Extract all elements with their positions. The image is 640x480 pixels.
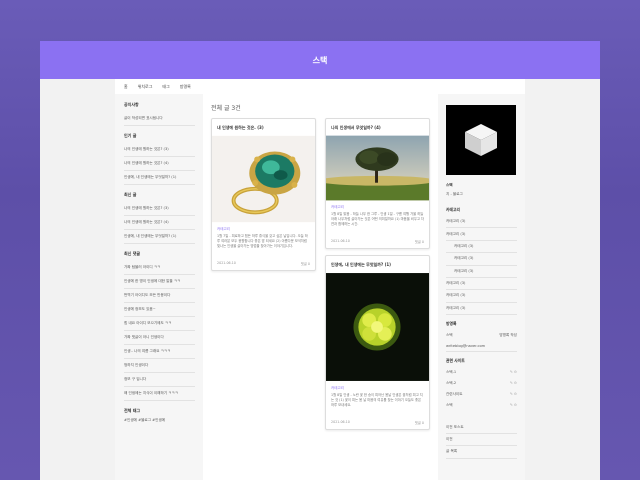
nav-item-home[interactable]: 홈 <box>124 84 128 90</box>
link-icons: ✎ ⊙ <box>509 370 517 375</box>
bottom-link[interactable]: 글 목록 <box>446 446 517 459</box>
latest-item[interactable]: 나의 인생에 원하는 것은? (4) <box>124 216 195 230</box>
category-item[interactable]: 카테고리 (3) <box>446 303 517 315</box>
post-comments[interactable]: 댓글 0 <box>301 261 310 266</box>
category-item[interactable]: 카테고리 (3) <box>446 228 517 241</box>
subcategory-item[interactable]: 카테고리 (3) <box>446 266 517 278</box>
post-card[interactable]: 내 인생에 원하는 것은. (3) 카테고리 1월 7일 - 피로하고 힘든 하… <box>211 118 316 271</box>
guestbook-heading: 방명록 <box>446 321 457 326</box>
subcategory-item[interactable]: 카테고리 (3) <box>446 253 517 266</box>
post-list: 전체 글 3건 내 인생에 원하는 것은. (3) 카테고리 1월 7일 - 피… <box>203 94 438 480</box>
post-category[interactable]: 카테고리 <box>326 201 429 212</box>
bottom-link[interactable]: 이전 <box>446 434 517 447</box>
post-summary: 1월 8일 인생 - 노란 꽃 한 송이 피어난 봄날 인생은 꽃처럼 피고 지… <box>331 393 423 407</box>
right-sidebar: 스택 지 - 블로그 카테고리 카테고리 (3) 카테고리 (3) 카테고리 (… <box>438 94 525 480</box>
nav-item-guestbook[interactable]: 방명록 <box>180 84 191 90</box>
guestbook-name: 스택 <box>446 333 453 337</box>
latest-heading: 최신 글 <box>124 192 137 197</box>
comment-item[interactable]: 왜 인생에는 지식이 이해하기 ㅋㅋㅋ <box>124 387 195 401</box>
subcategory-item[interactable]: 카테고리 (3) <box>446 241 517 254</box>
comment-item[interactable]: 정보 구 입니다 <box>124 373 195 387</box>
link-icons: ✎ ⊙ <box>509 381 517 386</box>
post-summary: 1월 7일 - 피로하고 힘든 하루 휴식을 갖고 싶은 날입니다. 오늘 하루… <box>217 234 308 248</box>
post-title[interactable]: 나의 인생에서 무엇일까? (4) <box>326 119 429 135</box>
category-item[interactable]: 카테고리 (3) <box>446 290 517 303</box>
link-item[interactable]: 스택-2 <box>446 381 456 386</box>
nav-item-tags[interactable]: 태그 <box>162 84 169 90</box>
link-icons: ✎ ⊙ <box>509 392 517 397</box>
flower-photo[interactable] <box>326 272 429 382</box>
post-summary: 1월 8일 맑음 - 하늘 나무 한 그루 - 인생 1일 - 구름 여행 가을… <box>331 212 424 226</box>
tree-photo[interactable] <box>326 135 429 201</box>
link-item[interactable]: 관련사이트 <box>446 392 463 397</box>
comment-item[interactable]: 가짜 텀블러 아이디 ㅋㅋ <box>124 261 195 275</box>
post-card[interactable]: 나의 인생에서 무엇일까? (4) 카테고리 1월 8일 맑음 - 하늘 나무 … <box>325 118 430 249</box>
post-count-heading: 전체 글 3건 <box>211 105 241 112</box>
post-category[interactable]: 카테고리 <box>326 382 429 393</box>
category-item[interactable]: 카테고리 (3) <box>446 216 517 229</box>
category-item[interactable]: 카테고리 (3) <box>446 278 517 291</box>
nav-item-location[interactable]: 위치로그 <box>138 84 153 90</box>
comment-item[interactable]: 인생에 정보도 있음~ <box>124 303 195 317</box>
comment-item[interactable]: 가짜 댓글이 아니 인생이다 <box>124 331 195 345</box>
cube-icon <box>465 124 497 156</box>
category-heading: 카테고리 <box>446 207 460 212</box>
profile-image[interactable] <box>446 105 516 175</box>
comment-item[interactable]: 번역기 아이디도 모든 반응이다 <box>124 289 195 303</box>
left-sidebar: 공지사항 글이 작성되면 표시됩니다 인기 글 나의 인생에 원하는 것은? (… <box>115 94 203 480</box>
notice-heading: 공지사항 <box>124 102 139 107</box>
comment-item[interactable]: 인생.. 나의 여름 그래요 ㅋㅋㅋ <box>124 345 195 359</box>
top-nav: 홈 위치로그 태그 방명록 <box>115 79 525 94</box>
blog-subtitle: 지 - 블로그 <box>446 192 463 196</box>
post-date: 2021.06.10 <box>217 261 236 265</box>
guestbook-write-link[interactable]: 방명록 작성 <box>499 333 517 338</box>
popular-item[interactable]: 나의 인생에 원하는 것은? (3) <box>124 143 195 157</box>
blog-window: 스택 홈 위치로그 태그 방명록 공지사항 글이 작성되면 표시됩니다 인기 글… <box>40 41 600 480</box>
comments-heading: 최신 댓글 <box>124 251 141 256</box>
notice-item[interactable]: 글이 작성되면 표시됩니다 <box>124 112 195 126</box>
tags-heading: 전체 태그 <box>124 408 141 413</box>
blog-banner: 스택 <box>40 41 600 79</box>
blog-title[interactable]: 스택 <box>313 55 328 66</box>
post-title[interactable]: 인생에, 내 인생에는 무엇일까? (1) <box>326 256 429 272</box>
popular-heading: 인기 글 <box>124 133 137 138</box>
post-comments[interactable]: 댓글 0 <box>415 239 424 244</box>
link-item[interactable]: 스택 <box>446 403 453 408</box>
post-category[interactable]: 카테고리 <box>212 223 315 234</box>
popular-item[interactable]: 나의 인생에 원하는 것은? (4) <box>124 157 195 171</box>
latest-item[interactable]: 나의 인생에 원하는 것은? (3) <box>124 202 195 216</box>
post-date: 2021.06.10 <box>331 239 350 243</box>
latest-item[interactable]: 인생에, 내 인생에는 무엇일까? (1) <box>124 230 195 244</box>
post-comments[interactable]: 댓글 0 <box>415 420 424 425</box>
bottom-link[interactable]: 이전 포스트 <box>446 421 517 434</box>
popular-item[interactable]: 인생에, 내 인생에는 무엇일까? (1) <box>124 171 195 185</box>
comment-item[interactable]: 멍하지 인생이다 <box>124 359 195 373</box>
tag-list[interactable]: #인생에 #블로그 #인생에 <box>124 418 195 423</box>
comment-item[interactable]: 힘 내요 아이디 모으기에도 ㅋㅋ <box>124 317 195 331</box>
post-date: 2021.06.10 <box>331 420 350 424</box>
comment-item[interactable]: 인생에 한 명이 인생에 대한 말을 ㅋㅋ <box>124 275 195 289</box>
link-icons: ✎ ⊙ <box>509 403 517 408</box>
contact-email[interactable]: writeblog@naver.com <box>446 341 517 353</box>
ring-photo[interactable] <box>212 135 315 223</box>
post-title[interactable]: 내 인생에 원하는 것은. (3) <box>212 119 315 135</box>
links-heading: 관련 사이트 <box>446 358 465 364</box>
link-item[interactable]: 스택-1 <box>446 370 456 375</box>
blog-name: 스택 <box>446 183 453 187</box>
post-card[interactable]: 인생에, 내 인생에는 무엇일까? (1) 카테고리 1월 8일 인생 - 노란… <box>325 255 430 430</box>
